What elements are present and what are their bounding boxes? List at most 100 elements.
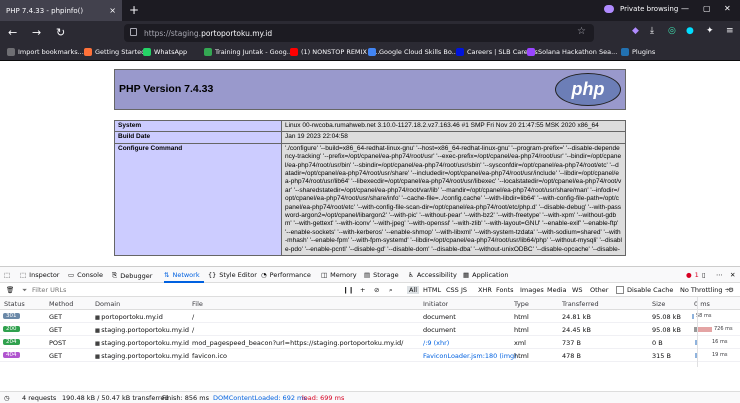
- waterfall-timing: 16 ms: [712, 339, 728, 345]
- bookmark-item[interactable]: WhatsApp: [143, 48, 187, 56]
- devtools-tab-network[interactable]: ⇅ Network: [164, 271, 200, 279]
- filter-icon: ⏷: [22, 286, 28, 294]
- bookmark-item[interactable]: (1) NONSTOP REMIX K...: [290, 48, 379, 56]
- devtools-tab-application[interactable]: ▦ Application: [463, 271, 508, 279]
- column-header[interactable]: Initiator: [423, 300, 448, 308]
- bookmark-favicon-icon: [143, 48, 151, 56]
- devtools-tab-accessibility[interactable]: ♿ Accessibility: [408, 271, 457, 279]
- request-file: favicon.ico: [192, 352, 228, 360]
- waterfall-timing: 58 ms: [696, 313, 712, 319]
- devtools-tab-performance[interactable]: ◔ Performance: [261, 271, 311, 279]
- block-icon[interactable]: ⊘: [374, 286, 379, 294]
- devtools-tab-icon: ⎘: [112, 271, 118, 279]
- minimize-button[interactable]: —: [681, 4, 689, 13]
- bookmark-item[interactable]: Plugins: [621, 48, 655, 56]
- type-filter-images[interactable]: Images: [520, 286, 544, 294]
- trash-icon[interactable]: 🗑: [6, 286, 14, 294]
- request-transferred: 478 B: [562, 352, 581, 360]
- filter-urls-input[interactable]: Filter URLs: [32, 286, 66, 294]
- column-header[interactable]: Method: [49, 300, 73, 308]
- request-row[interactable]: 204 POST ⬛ staging.portoportoku.my.id mod_p…: [0, 336, 740, 349]
- type-filter-other[interactable]: Other: [590, 286, 608, 294]
- phpinfo-table: System Linux 00-rwcoba.rumahweb.net 3.10…: [114, 119, 626, 257]
- column-header[interactable]: File: [192, 300, 203, 308]
- shield-icon: [130, 28, 137, 36]
- extension-icon[interactable]: ◎: [668, 26, 676, 36]
- bookmark-label: Google Cloud Skills Bo...: [379, 48, 458, 56]
- bookmark-item[interactable]: Careers | SLB Careers: [456, 48, 538, 56]
- type-filter-css[interactable]: CSS: [446, 286, 459, 294]
- request-domain: portoportoku.my.id: [101, 313, 163, 321]
- active-tab[interactable]: PHP 7.4.33 - phpinfo() ×: [0, 0, 122, 21]
- add-icon[interactable]: +: [360, 286, 365, 294]
- devtools-tab-icon: ⬚: [20, 271, 27, 279]
- type-filter-js[interactable]: JS: [461, 286, 467, 294]
- column-header[interactable]: Domain: [95, 300, 120, 308]
- request-count: 4 requests: [22, 394, 57, 402]
- devtools-close-icon[interactable]: ✕: [730, 271, 735, 279]
- pocket-icon[interactable]: ◆: [632, 26, 639, 36]
- maximize-button[interactable]: ▢: [703, 4, 711, 13]
- forward-button[interactable]: →: [32, 26, 41, 39]
- table-row: System Linux 00-rwcoba.rumahweb.net 3.10…: [114, 119, 626, 133]
- devtools-tab-icon: ▤: [364, 271, 371, 279]
- error-count-badge[interactable]: ● 1: [686, 271, 699, 279]
- request-size: 0 B: [652, 339, 663, 347]
- devtools-tab-icon: ◫: [321, 271, 328, 279]
- request-initiator: document: [423, 313, 456, 321]
- bookmark-star-icon[interactable]: ☆: [577, 26, 586, 37]
- type-filter-ws[interactable]: WS: [572, 286, 583, 294]
- devtools-tab-style-editor[interactable]: {} Style Editor: [208, 271, 257, 279]
- type-filter-fonts[interactable]: Fonts: [496, 286, 514, 294]
- bookmark-item[interactable]: Import bookmarks...: [7, 48, 84, 56]
- devtools-tab-icon: ▦: [463, 271, 470, 279]
- tab-close-icon[interactable]: ×: [109, 6, 116, 15]
- search-icon[interactable]: ⌕: [389, 286, 393, 295]
- type-filter-all[interactable]: All: [407, 286, 420, 294]
- disable-cache-checkbox[interactable]: [616, 286, 624, 294]
- menu-icon[interactable]: ≡: [726, 26, 734, 36]
- request-file: /: [192, 313, 195, 321]
- extensions-puzzle-icon[interactable]: ✦: [706, 26, 714, 36]
- back-button[interactable]: ←: [8, 26, 17, 39]
- reload-button[interactable]: ↻: [56, 26, 65, 39]
- request-row[interactable]: 200 GET ⬛ staging.portoportoku.my.id / docum…: [0, 323, 740, 336]
- request-row[interactable]: 301 GET ⬛ portoportoku.my.id / document html 2…: [0, 310, 740, 323]
- page-content: PHP Version 7.4.33 php System Linux 00-r…: [0, 61, 740, 266]
- devtools-menu-icon[interactable]: ⋯: [716, 271, 723, 279]
- bookmark-item[interactable]: Training Juntak - Goog...: [204, 48, 293, 56]
- new-tab-button[interactable]: +: [129, 3, 139, 17]
- devtools-tab-label: Accessibility: [416, 271, 457, 279]
- request-row[interactable]: 404 GET ⬛ staging.portoportoku.my.id favico…: [0, 349, 740, 362]
- request-size: 315 B: [652, 352, 671, 360]
- bookmark-label: Getting Started: [95, 48, 146, 56]
- devtools-tab-storage[interactable]: ▤ Storage: [364, 271, 399, 279]
- bookmark-item[interactable]: Google Cloud Skills Bo...: [368, 48, 458, 56]
- responsive-mode-icon[interactable]: ▯: [702, 271, 706, 279]
- bookmark-item[interactable]: Solana Hackathon Sea...: [527, 48, 617, 56]
- download-icon[interactable]: ⤓: [650, 26, 654, 36]
- column-header[interactable]: Status: [4, 300, 25, 308]
- request-transferred: 24.81 kB: [562, 313, 591, 321]
- devtools-tab-memory[interactable]: ◫ Memory: [321, 271, 357, 279]
- devtools-tab-console[interactable]: ▭ Console: [68, 271, 103, 279]
- close-window-button[interactable]: ✕: [724, 4, 731, 13]
- pick-element-icon[interactable]: ⬚: [4, 271, 10, 279]
- type-filter-xhr[interactable]: XHR: [478, 286, 492, 294]
- column-header[interactable]: Size: [652, 300, 665, 308]
- bookmark-label: Plugins: [632, 48, 656, 56]
- bookmark-item[interactable]: Getting Started: [84, 48, 145, 56]
- request-table-header: Status Method Domain File Initiator Type Trans…: [0, 297, 740, 310]
- column-header[interactable]: Type: [514, 300, 529, 308]
- url-bar[interactable]: https://staging. portoportoku.my.id ☆: [124, 24, 594, 42]
- devtools-tab-inspector[interactable]: ⬚ Inspector: [20, 271, 59, 279]
- type-filter-html[interactable]: HTML: [423, 286, 441, 294]
- throttling-select[interactable]: No Throttling ÷: [680, 286, 730, 294]
- type-filter-media[interactable]: Media: [547, 286, 567, 294]
- settings-gear-icon[interactable]: ⚙: [728, 286, 734, 294]
- pause-icon[interactable]: ❙❙: [343, 286, 354, 294]
- column-header[interactable]: Transferred: [562, 300, 599, 308]
- devtools-tab-debugger[interactable]: ⎘ Debugger: [112, 271, 152, 280]
- request-type: html: [514, 326, 529, 334]
- sync-icon[interactable]: ●: [686, 26, 694, 36]
